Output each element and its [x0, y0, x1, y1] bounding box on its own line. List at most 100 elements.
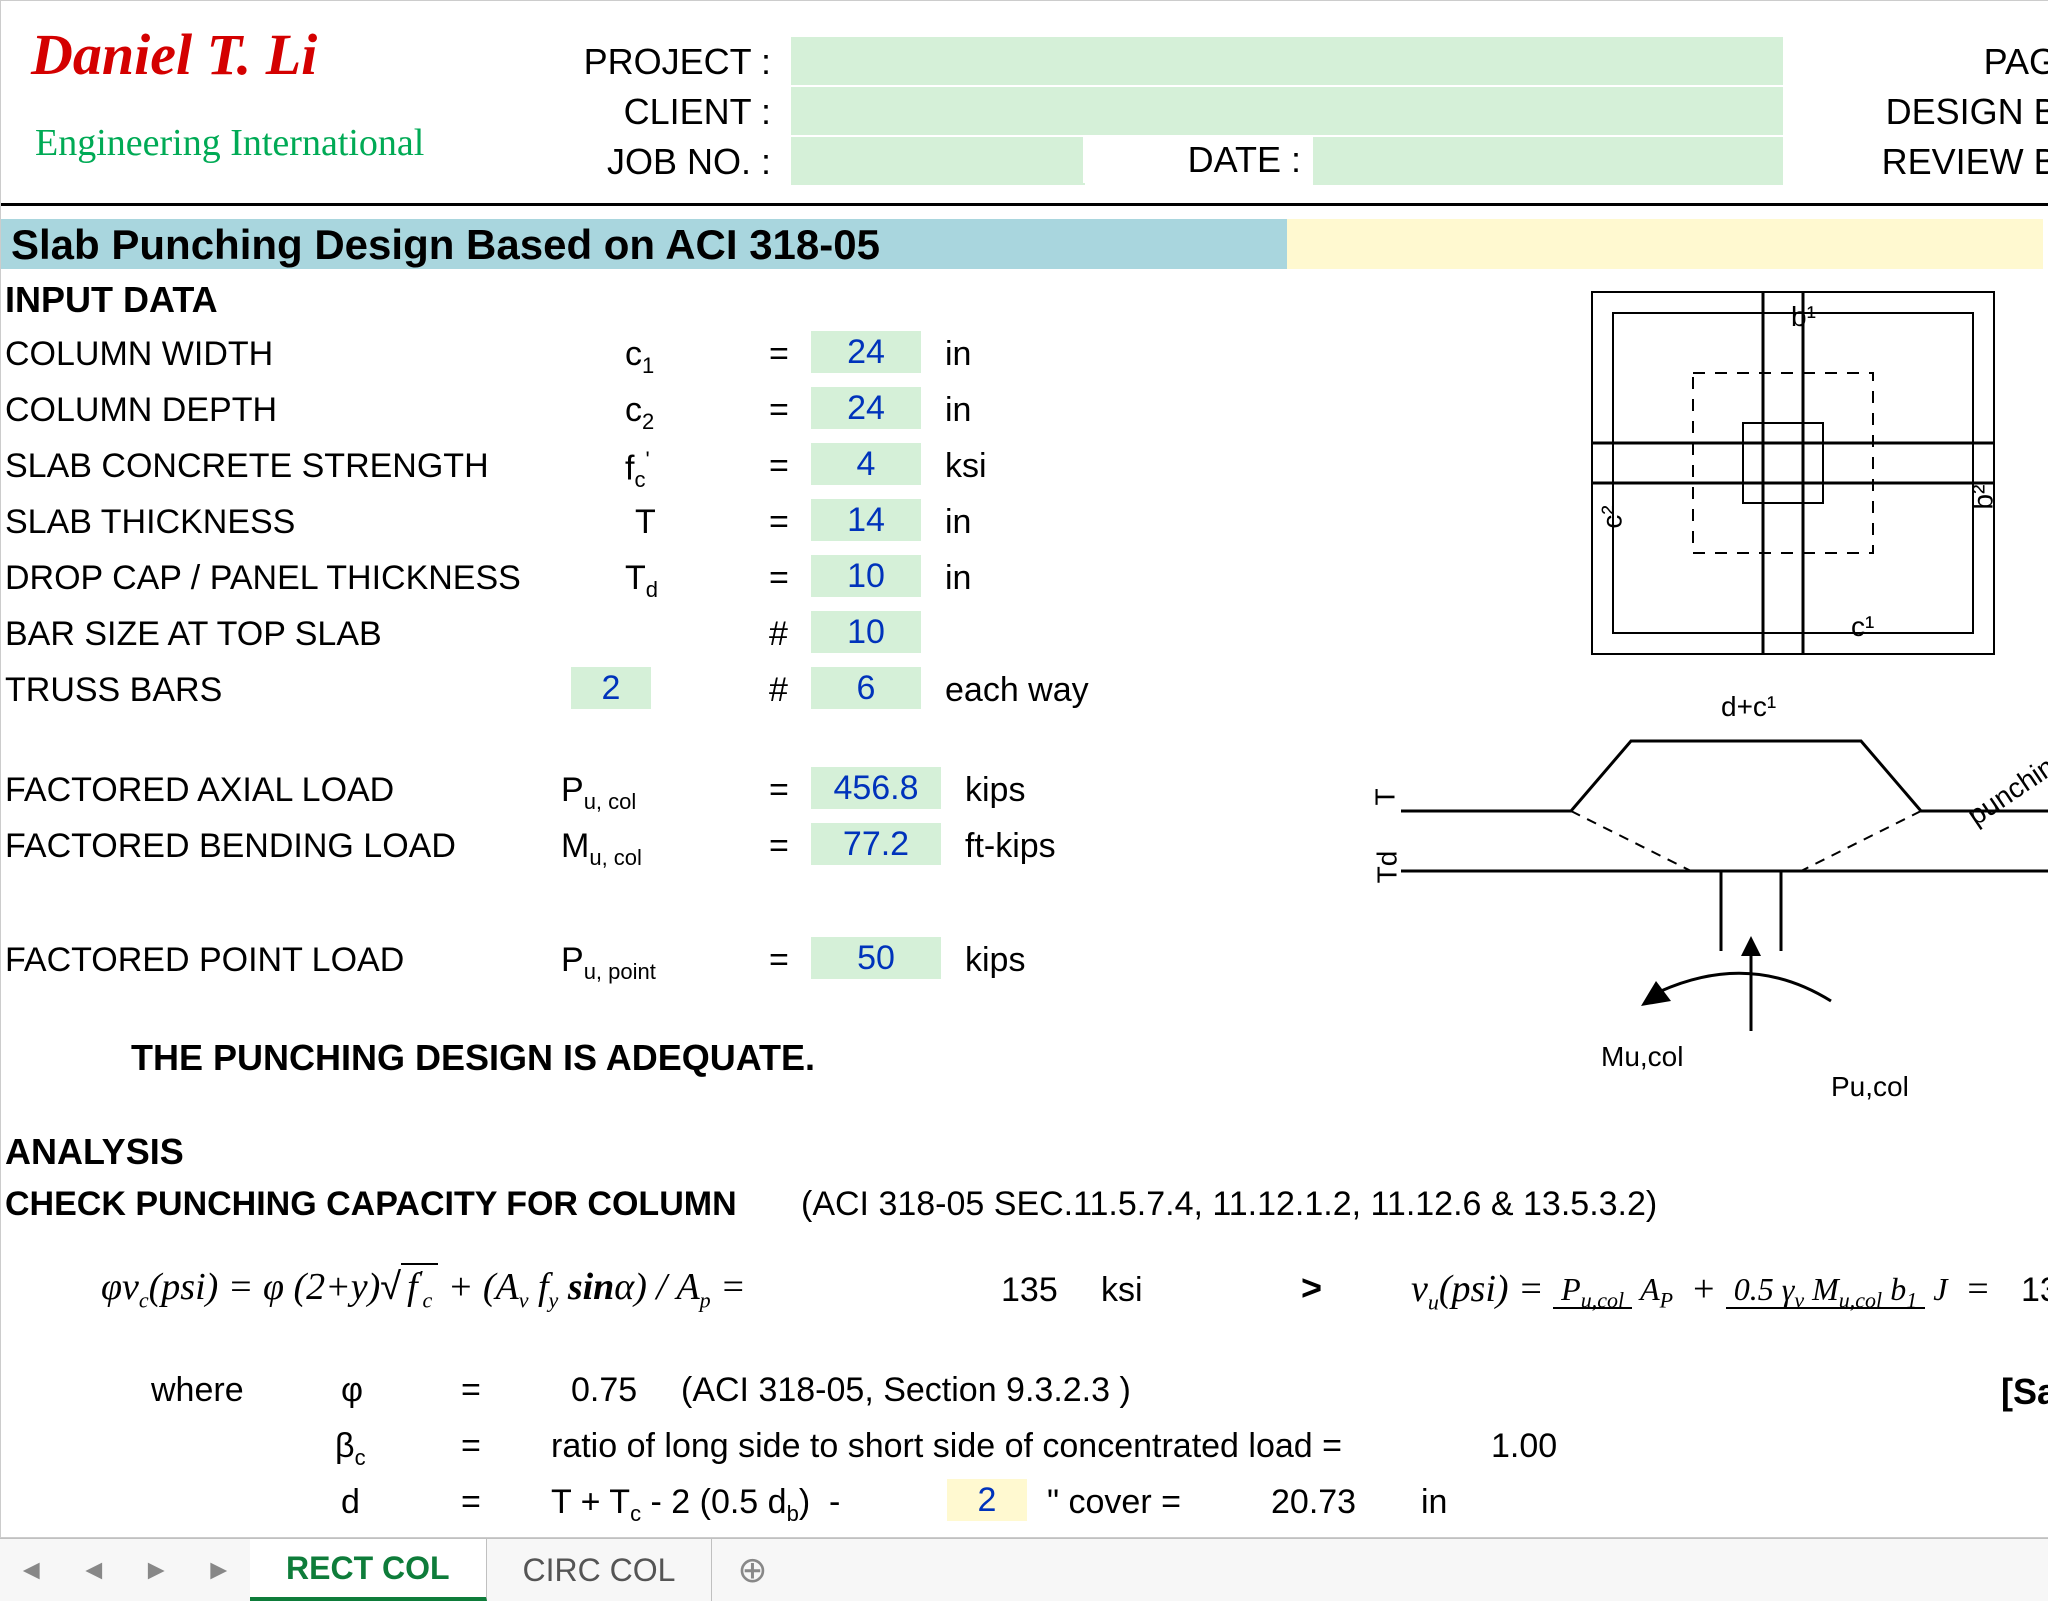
in-val-5[interactable]: 10 [811, 611, 921, 653]
section-analysis: ANALYSIS [5, 1131, 184, 1173]
where-note-0: (ACI 318-05, Section 9.3.2.3 ) [681, 1371, 1131, 1410]
where-val-0: 0.75 [571, 1371, 637, 1410]
where-sym-1: βc [335, 1427, 366, 1471]
sec-pu-col: Pu,col [1831, 1071, 1909, 1103]
where-val-2: 20.73 [1271, 1483, 1356, 1522]
load-label-0: FACTORED AXIAL LOAD [5, 771, 394, 810]
load-sym-0: Pu, col [561, 771, 636, 815]
in-label-2: SLAB CONCRETE STRENGTH [5, 447, 489, 486]
in-eq-3: = [769, 503, 789, 542]
tab-rect-col[interactable]: RECT COL [250, 1539, 487, 1601]
load-unit-0: kips [965, 771, 1025, 810]
where-sym-0: φ [341, 1371, 363, 1410]
load-sym-1: Mu, col [561, 827, 642, 871]
where-val-1: 1.00 [1491, 1427, 1557, 1466]
in-label-6: TRUSS BARS [5, 671, 222, 710]
in-label-4: DROP CAP / PANEL THICKNESS [5, 559, 521, 598]
in-unit-4: in [945, 559, 971, 598]
client-field[interactable] [791, 87, 1783, 135]
jobno-field[interactable] [791, 137, 1085, 185]
label-project: PROJECT : [471, 41, 771, 83]
check-ref: (ACI 318-05 SEC.11.5.7.4, 11.12.1.2, 11.… [801, 1185, 1657, 1224]
in-unit-0: in [945, 335, 971, 374]
in-unit-6: each way [945, 671, 1089, 710]
in-sym-0: c1 [625, 335, 654, 379]
in-eq-4: = [769, 559, 789, 598]
sec-dc: d+c¹ [1721, 691, 1776, 723]
logo-subtitle: Engineering International [35, 121, 424, 165]
load-val-0[interactable]: 456.8 [811, 767, 941, 809]
in-sym-3: T [635, 503, 656, 542]
nav-next-icon[interactable]: ► [142, 1554, 170, 1586]
tab-circ-col[interactable]: CIRC COL [487, 1539, 713, 1601]
in-sym-4: Td [625, 559, 658, 603]
verdict: THE PUNCHING DESIGN IS ADEQUATE. [131, 1037, 815, 1079]
plan-b1: b¹ [1791, 301, 1816, 333]
section-input: INPUT DATA [5, 279, 218, 321]
date-field[interactable] [1313, 137, 1783, 185]
title-bg-yellow [1287, 219, 2043, 269]
in-val-6[interactable]: 6 [811, 667, 921, 709]
plan-c1: c¹ [1851, 611, 1874, 643]
load-unit-2: kips [965, 941, 1025, 980]
sec-T: T [1370, 788, 1402, 805]
formula-lhs: φvc(psi) = φ (2+y)√f'c + (Av fy sinα) / … [101, 1263, 746, 1314]
logo-name: Daniel T. Li [31, 21, 317, 88]
label-page: PAGE : [1741, 41, 2048, 83]
plan-b2: b² [1967, 485, 1999, 510]
in-sym-1: c2 [625, 391, 654, 435]
label-review: REVIEW BY : [1741, 141, 2048, 183]
where-sym-2: d [341, 1483, 360, 1522]
in-eq-2: = [769, 447, 789, 486]
in-val-3[interactable]: 14 [811, 499, 921, 541]
load-val-2[interactable]: 50 [811, 937, 941, 979]
where-label: where [151, 1371, 244, 1410]
in-label-5: BAR SIZE AT TOP SLAB [5, 615, 382, 654]
in-eq-1: = [769, 391, 789, 430]
where-txt-2a: T + Tc - 2 (0.5 db) - [551, 1483, 840, 1527]
tab-nav-arrows[interactable]: ◄ ◄ ► ► [0, 1539, 250, 1601]
in-unit-2: ksi [945, 447, 987, 486]
in-hash-6: # [769, 671, 788, 710]
load-sym-2: Pu, point [561, 941, 656, 985]
header-block: Daniel T. Li Engineering International P… [1, 1, 2048, 201]
sheet-title: Slab Punching Design Based on ACI 318-05 [11, 221, 880, 269]
sec-Td: Td [1371, 851, 1403, 884]
project-field[interactable] [791, 37, 1783, 85]
load-val-1[interactable]: 77.2 [811, 823, 941, 865]
in-label-0: COLUMN WIDTH [5, 335, 273, 374]
nav-last-icon[interactable]: ► [205, 1554, 233, 1586]
where-txt-1: ratio of long side to short side of conc… [551, 1427, 1342, 1466]
sec-mu-col: Mu,col [1601, 1041, 1683, 1073]
where-cell-cover[interactable]: 2 [947, 1479, 1027, 1521]
nav-first-icon[interactable]: ◄ [17, 1554, 45, 1586]
in-val-1[interactable]: 24 [811, 387, 921, 429]
tab-add-button[interactable]: ⊕ [712, 1539, 792, 1601]
where-unit-2: in [1421, 1483, 1447, 1522]
in-preval-6[interactable]: 2 [571, 667, 651, 709]
label-jobno: JOB NO. : [471, 141, 771, 183]
satisfactory: [Satisfactory] [2001, 1371, 2048, 1413]
formula-rhs: vu(psi) = Pu,colAP + 0.5 γv Mu,col b1J = [1411, 1267, 1991, 1316]
in-label-1: COLUMN DEPTH [5, 391, 277, 430]
where-txt-2b: " cover = [1047, 1483, 1181, 1522]
in-hash-5: # [769, 615, 788, 654]
worksheet: Daniel T. Li Engineering International P… [0, 0, 2048, 1538]
in-val-4[interactable]: 10 [811, 555, 921, 597]
nav-prev-icon[interactable]: ◄ [80, 1554, 108, 1586]
label-client: CLIENT : [471, 91, 771, 133]
label-date: DATE : [1083, 137, 1313, 183]
load-label-2: FACTORED POINT LOAD [5, 941, 404, 980]
formula-val1: 135 [1001, 1271, 1058, 1310]
load-label-1: FACTORED BENDING LOAD [5, 827, 456, 866]
plan-c2: c² [1597, 505, 1629, 528]
in-val-0[interactable]: 24 [811, 331, 921, 373]
in-label-3: SLAB THICKNESS [5, 503, 295, 542]
formula-cmp: > [1301, 1267, 1322, 1309]
sheet-tab-bar: ◄ ◄ ► ► RECT COL CIRC COL ⊕ [0, 1538, 2048, 1601]
check-header: CHECK PUNCHING CAPACITY FOR COLUMN [5, 1185, 737, 1224]
in-unit-3: in [945, 503, 971, 542]
formula-u1: ksi [1101, 1271, 1143, 1310]
in-unit-1: in [945, 391, 971, 430]
in-val-2[interactable]: 4 [811, 443, 921, 485]
